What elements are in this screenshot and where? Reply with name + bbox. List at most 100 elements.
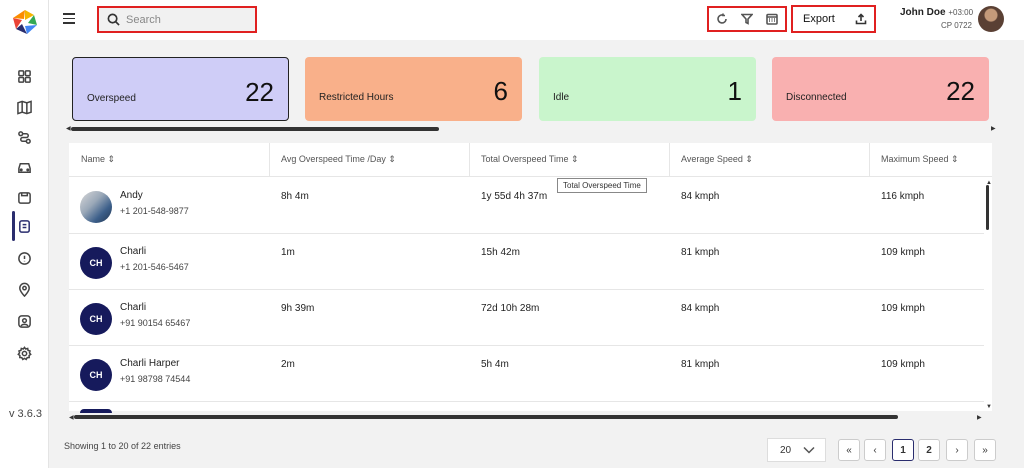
table-horizontal-scrollbar[interactable]	[74, 415, 898, 419]
entries-info: Showing 1 to 20 of 22 entries	[64, 441, 181, 451]
table-vertical-scrollbar[interactable]	[986, 185, 989, 230]
vehicle-icon[interactable]	[13, 156, 35, 178]
total-overspeed-cell: 1y 55d 4h 37m	[481, 191, 548, 202]
route-icon[interactable]	[13, 126, 35, 148]
table-header: Name ⇕ Avg Overspeed Time /Day ⇕ Total O…	[69, 143, 992, 177]
col-name-label: Name	[81, 154, 106, 164]
col-avg-overspeed[interactable]: Avg Overspeed Time /Day ⇕	[281, 154, 396, 165]
upload-icon	[855, 13, 867, 25]
maximum-speed-cell: 109 kmph	[881, 303, 925, 314]
user-name-text: John Doe	[900, 7, 946, 18]
card-idle[interactable]: Idle 1	[539, 57, 756, 121]
avg-overspeed-cell: 1m	[281, 247, 295, 258]
scroll-right-icon[interactable]: ▶	[991, 125, 996, 132]
search-box[interactable]	[97, 6, 257, 33]
calendar-icon[interactable]	[766, 13, 779, 25]
table-row[interactable]: CH Charli +1 201-546-5467 1m 15h 42m 81 …	[69, 234, 984, 290]
col-total-overspeed[interactable]: Total Overspeed Time ⇕	[481, 154, 579, 165]
card-value: 22	[946, 76, 975, 106]
refresh-icon[interactable]	[716, 13, 728, 25]
card-disconnected[interactable]: Disconnected 22	[772, 57, 989, 121]
card-value: 1	[727, 76, 742, 106]
map-icon[interactable]	[13, 96, 35, 118]
total-overspeed-cell: 5h 4m	[481, 359, 509, 370]
driver-name: Andy	[120, 190, 143, 201]
app-logo[interactable]	[12, 9, 38, 35]
maximum-speed-cell: 116 kmph	[881, 191, 925, 202]
driver-avatar: CH	[80, 303, 112, 335]
first-page-button[interactable]: «	[838, 439, 860, 461]
col-total-overspeed-label: Total Overspeed Time	[481, 154, 569, 164]
scroll-right-icon[interactable]: ▶	[977, 414, 982, 421]
card-label: Idle	[553, 92, 570, 103]
scroll-left-icon[interactable]: ◀	[69, 414, 74, 421]
filter-icon[interactable]	[740, 13, 753, 25]
search-input[interactable]	[126, 13, 246, 26]
user-id: CP 0722	[941, 21, 972, 30]
user-avatar[interactable]	[978, 6, 1004, 32]
table-row[interactable]: Andy +1 201-548-9877 8h 4m 1y 55d 4h 37m…	[69, 178, 984, 234]
col-maximum-speed[interactable]: Maximum Speed ⇕	[881, 154, 959, 165]
reports-icon[interactable]	[13, 215, 35, 237]
alert-icon[interactable]	[13, 247, 35, 269]
user-timezone: +03:00	[948, 8, 974, 17]
col-divider	[869, 143, 870, 177]
col-divider	[469, 143, 470, 177]
user-icon[interactable]	[13, 310, 35, 332]
driver-avatar: CH	[80, 359, 112, 391]
maximum-speed-cell: 109 kmph	[881, 247, 925, 258]
card-label: Restricted Hours	[319, 92, 394, 103]
card-restricted-hours[interactable]: Restricted Hours 6	[305, 57, 522, 121]
driver-phone: +1 201-546-5467	[120, 262, 189, 272]
driver-name: Charli	[120, 246, 147, 257]
card-label: Disconnected	[786, 92, 847, 103]
fuel-icon[interactable]	[13, 186, 35, 208]
scroll-down-icon[interactable]: ▼	[986, 404, 992, 410]
sidebar: v 3.6.3	[0, 0, 49, 468]
average-speed-cell: 84 kmph	[681, 191, 720, 202]
card-overspeed[interactable]: Overspeed 22	[72, 57, 289, 121]
col-maximum-speed-label: Maximum Speed	[881, 154, 949, 164]
search-icon	[107, 13, 120, 26]
driver-phone: +1 201-548-9877	[120, 206, 189, 216]
settings-icon[interactable]	[13, 342, 35, 364]
driver-avatar	[80, 409, 112, 413]
data-table: Name ⇕ Avg Overspeed Time /Day ⇕ Total O…	[69, 143, 992, 411]
dashboard-icon[interactable]	[13, 65, 35, 87]
driver-name: Charli	[120, 302, 147, 313]
table-row[interactable]: CH Charli Harper +91 98798 74544 2m 5h 4…	[69, 346, 984, 402]
avg-overspeed-cell: 2m	[281, 359, 295, 370]
page-size-select[interactable]: 20	[767, 438, 826, 462]
prev-page-button[interactable]: ‹	[864, 439, 886, 461]
last-page-button[interactable]: »	[974, 439, 996, 461]
export-label: Export	[803, 13, 835, 25]
driver-avatar	[80, 191, 112, 223]
chevron-down-icon	[803, 446, 815, 454]
menu-icon[interactable]	[63, 13, 75, 25]
col-divider	[669, 143, 670, 177]
total-overspeed-cell: 15h 42m	[481, 247, 520, 258]
card-value: 22	[245, 77, 274, 107]
page-1-button[interactable]: 1	[892, 439, 914, 461]
col-divider	[269, 143, 270, 177]
location-icon[interactable]	[13, 278, 35, 300]
export-button[interactable]: Export	[791, 5, 876, 33]
col-average-speed[interactable]: Average Speed ⇕	[681, 154, 753, 165]
col-avg-overspeed-label: Avg Overspeed Time /Day	[281, 154, 386, 164]
maximum-speed-cell: 109 kmph	[881, 359, 925, 370]
column-tooltip: Total Overspeed Time	[557, 178, 647, 193]
table-row[interactable]: CH Charli +91 90154 65467 9h 39m 72d 10h…	[69, 290, 984, 346]
driver-phone: +91 98798 74544	[120, 374, 191, 384]
page-2-button[interactable]: 2	[918, 439, 940, 461]
average-speed-cell: 81 kmph	[681, 359, 720, 370]
total-overspeed-cell: 72d 10h 28m	[481, 303, 540, 314]
scroll-left-icon[interactable]: ◀	[66, 125, 71, 132]
next-page-button[interactable]: ›	[946, 439, 968, 461]
cards-scrollbar[interactable]	[71, 127, 439, 131]
toolbar-icon-group	[707, 6, 787, 32]
card-label: Overspeed	[87, 93, 136, 104]
avg-overspeed-cell: 8h 4m	[281, 191, 309, 202]
driver-phone: +91 90154 65467	[120, 318, 191, 328]
average-speed-cell: 84 kmph	[681, 303, 720, 314]
col-name[interactable]: Name ⇕	[81, 154, 115, 165]
